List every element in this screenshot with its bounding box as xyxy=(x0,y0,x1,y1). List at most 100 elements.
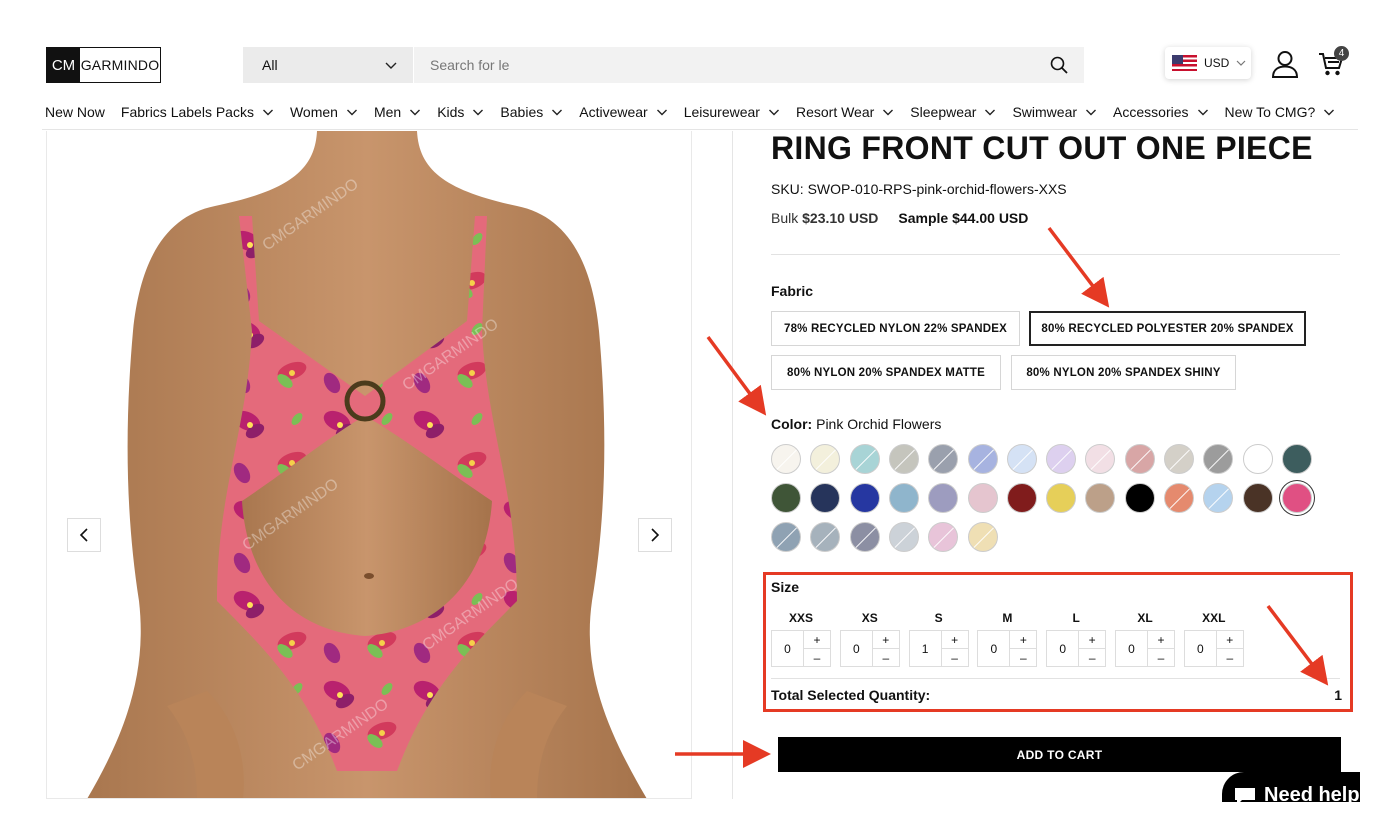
chevron-down-icon xyxy=(262,109,273,116)
color-swatch[interactable] xyxy=(810,483,841,513)
help-chat-label: Need help? xyxy=(1264,784,1360,802)
search-input[interactable] xyxy=(430,57,990,73)
color-swatch-selected[interactable] xyxy=(1281,483,1312,513)
size-name-label: XL xyxy=(1137,611,1153,625)
color-swatch[interactable] xyxy=(771,444,801,474)
color-swatch[interactable] xyxy=(888,522,919,552)
decrement-button[interactable]: – xyxy=(941,648,968,666)
color-swatch[interactable] xyxy=(1085,444,1116,474)
nav-item-label: Accessories xyxy=(1113,104,1189,120)
increment-button[interactable]: + xyxy=(1217,631,1243,648)
fabric-option-button-selected[interactable]: 80% RECYCLED POLYESTER 20% SPANDEX xyxy=(1029,311,1306,346)
nav-item-label: Resort Wear xyxy=(795,104,875,120)
decrement-button[interactable]: – xyxy=(804,648,830,666)
nav-item[interactable]: Kids xyxy=(437,104,484,120)
color-swatch[interactable] xyxy=(1203,483,1234,513)
increment-button[interactable]: + xyxy=(942,631,968,648)
color-swatch[interactable] xyxy=(1164,483,1194,513)
size-name-label: XXL xyxy=(1202,611,1226,625)
help-chat-widget[interactable]: Need help? xyxy=(1222,772,1360,802)
quantity-stepper: 0 + – xyxy=(1046,630,1107,667)
color-swatch[interactable] xyxy=(771,483,801,513)
color-swatch[interactable] xyxy=(810,444,841,474)
nav-item[interactable]: Accessories xyxy=(1113,104,1208,120)
currency-selector[interactable]: USD xyxy=(1165,47,1251,79)
gallery-next-button[interactable] xyxy=(638,518,672,552)
nav-item[interactable]: Swimwear xyxy=(1012,104,1097,120)
increment-button[interactable]: + xyxy=(1148,631,1174,648)
chevron-down-icon xyxy=(1086,109,1097,116)
nav-item[interactable]: Women xyxy=(290,104,358,120)
decrement-button[interactable]: – xyxy=(872,648,899,666)
nav-item[interactable]: Leisurewear xyxy=(684,104,780,120)
increment-button[interactable]: + xyxy=(804,631,830,648)
size-name-label: XS xyxy=(861,611,878,625)
color-swatch[interactable] xyxy=(888,444,919,474)
color-swatch[interactable] xyxy=(849,483,880,513)
color-swatch[interactable] xyxy=(1006,444,1037,474)
nav-item-label: Activewear xyxy=(579,104,648,120)
chevron-down-icon xyxy=(410,109,421,116)
increment-button[interactable]: + xyxy=(1010,631,1036,648)
color-swatch[interactable] xyxy=(888,483,919,513)
decrement-button[interactable]: – xyxy=(1216,648,1243,666)
chevron-down-icon xyxy=(346,109,357,116)
column-divider xyxy=(732,131,733,799)
color-swatch[interactable] xyxy=(967,483,998,513)
color-swatch[interactable] xyxy=(1085,483,1116,513)
fabric-option-button[interactable]: 78% RECYCLED NYLON 22% SPANDEX xyxy=(771,311,1020,346)
color-swatch[interactable] xyxy=(1164,444,1194,474)
gallery-prev-button[interactable] xyxy=(67,518,101,552)
quantity-input[interactable]: 0 xyxy=(1185,631,1217,666)
quantity-input[interactable]: 0 xyxy=(1116,631,1148,666)
color-swatch[interactable] xyxy=(810,522,841,552)
nav-item[interactable]: Activewear xyxy=(579,104,667,120)
nav-item-label: Babies xyxy=(500,104,544,120)
quantity-input[interactable]: 1 xyxy=(910,631,942,666)
search-icon[interactable] xyxy=(1050,56,1068,74)
nav-item[interactable]: New To CMG? xyxy=(1225,104,1336,120)
color-swatch[interactable] xyxy=(849,444,880,474)
nav-item-label: Kids xyxy=(437,104,465,120)
fabric-option-button[interactable]: 80% NYLON 20% SPANDEX SHINY xyxy=(1011,355,1236,390)
color-swatch[interactable] xyxy=(1281,444,1312,474)
color-swatch[interactable] xyxy=(1124,483,1155,513)
site-logo[interactable]: CM GARMINDO xyxy=(46,47,161,83)
nav-item[interactable]: Men xyxy=(374,104,421,120)
color-swatch[interactable] xyxy=(1124,444,1155,474)
nav-item[interactable]: Resort Wear xyxy=(796,104,894,120)
search-category-select[interactable]: All xyxy=(243,47,414,83)
color-swatch[interactable] xyxy=(928,444,959,474)
color-swatch[interactable] xyxy=(771,522,801,552)
color-swatch[interactable] xyxy=(1046,483,1077,513)
decrement-button[interactable]: – xyxy=(1010,648,1037,666)
decrement-button[interactable]: – xyxy=(1079,648,1106,666)
color-swatch[interactable] xyxy=(1242,483,1273,513)
color-swatch[interactable] xyxy=(1046,444,1077,474)
color-swatch[interactable] xyxy=(967,444,998,474)
nav-item[interactable]: New Now xyxy=(45,104,105,120)
color-swatch[interactable] xyxy=(928,483,959,513)
sample-price-label: Sample xyxy=(898,210,949,226)
increment-button[interactable]: + xyxy=(873,631,899,648)
color-swatch[interactable] xyxy=(849,522,880,552)
add-to-cart-button[interactable]: ADD TO CART xyxy=(778,737,1341,772)
color-swatch[interactable] xyxy=(1203,444,1234,474)
decrement-button[interactable]: – xyxy=(1148,648,1174,666)
fabric-option-button[interactable]: 80% NYLON 20% SPANDEX MATTE xyxy=(771,355,1001,390)
color-swatch[interactable] xyxy=(928,522,959,552)
quantity-input[interactable]: 0 xyxy=(1047,631,1080,666)
account-icon[interactable] xyxy=(1270,50,1300,78)
color-swatch[interactable] xyxy=(1242,444,1273,474)
increment-button[interactable]: + xyxy=(1079,631,1105,648)
color-swatch[interactable] xyxy=(1006,483,1037,513)
quantity-input[interactable]: 0 xyxy=(772,631,804,666)
color-swatch[interactable] xyxy=(967,522,998,552)
quantity-input[interactable]: 0 xyxy=(978,631,1011,666)
nav-item[interactable]: Sleepwear xyxy=(910,104,996,120)
nav-item[interactable]: Fabrics Labels Packs xyxy=(121,104,274,120)
sample-price-value: $44.00 USD xyxy=(952,210,1029,226)
total-divider xyxy=(771,678,1340,679)
nav-item[interactable]: Babies xyxy=(500,104,563,120)
quantity-input[interactable]: 0 xyxy=(841,631,873,666)
